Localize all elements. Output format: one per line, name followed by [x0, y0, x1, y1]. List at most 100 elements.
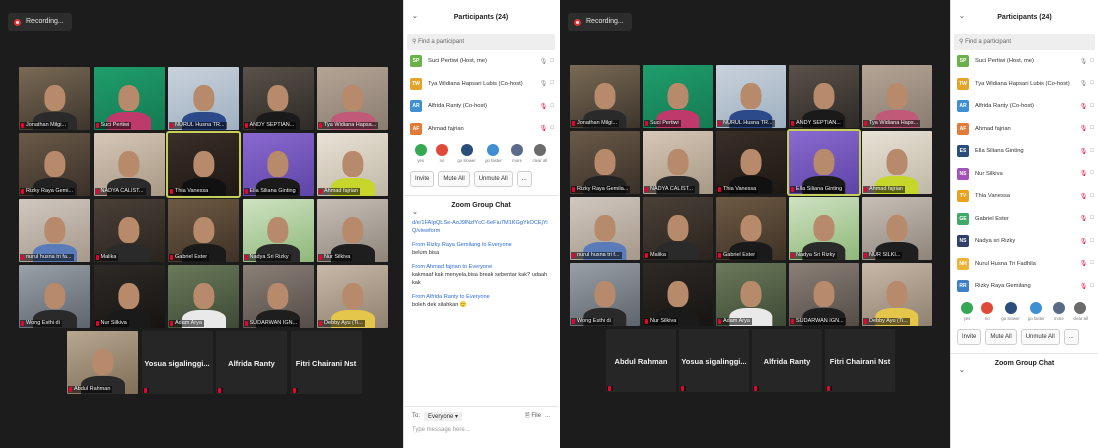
recipient-select[interactable]: Everyone ▾	[424, 411, 463, 421]
participant-video-tile[interactable]: Nadya Sri Rizky	[789, 197, 859, 260]
participant-video-tile[interactable]: NURUL Husna TR...	[168, 67, 239, 130]
participant-row[interactable]: AR Alfrida Ranty (Co-host) 🎙 □	[951, 95, 1098, 118]
reaction-no[interactable]: no	[436, 144, 449, 163]
participant-video-tile[interactable]: Nur Silkiva	[93, 265, 165, 328]
mute-all-button[interactable]: Mute All	[985, 328, 1017, 345]
camera-icon[interactable]: □	[1090, 215, 1094, 222]
participant-video-tile[interactable]: NADYA CALIST...	[93, 133, 165, 196]
participant-video-tile[interactable]: Rizky Raya Gemi...	[19, 133, 90, 196]
participant-search-input[interactable]: ⚲ Find a participant	[407, 34, 555, 50]
participant-name-tile[interactable]: Alfrida Ranty	[752, 329, 822, 392]
camera-icon[interactable]: □	[1090, 148, 1094, 155]
participant-row[interactable]: NS Nadya sri Rizky 🎙 □	[951, 230, 1098, 253]
invite-button[interactable]: Invite	[410, 171, 435, 187]
participant-video-tile[interactable]: NURUL Husna TR...	[716, 65, 786, 128]
participant-video-tile[interactable]: ANDY SEPTIAN...	[789, 65, 859, 128]
participant-video-tile[interactable]: Thia Vanessa	[166, 131, 241, 198]
participant-video-tile[interactable]: Nadya Sri Rizky	[242, 199, 314, 262]
chat-link[interactable]: d/e/1FAIpQLSe-AoJ9lNzfYcC-6eFiu7M1KGgYkO…	[412, 219, 550, 235]
participant-video-tile[interactable]: Malika	[93, 199, 165, 262]
participant-video-tile[interactable]: Jonathan Milgi...	[19, 67, 90, 130]
microphone-icon[interactable]: 🎙	[1080, 260, 1088, 267]
participant-video-tile[interactable]: SUDARWAN IGN...	[789, 263, 859, 326]
microphone-icon[interactable]: 🎙	[1080, 58, 1088, 65]
camera-icon[interactable]: □	[1090, 103, 1094, 110]
chevron-down-icon[interactable]: ⌄	[412, 12, 418, 20]
participant-video-tile[interactable]: Wong Esthi di	[570, 263, 640, 326]
participant-video-tile[interactable]: Gabriel Ester	[168, 199, 239, 262]
microphone-icon[interactable]: 🎙	[1080, 193, 1088, 200]
unmute-all-button[interactable]: Unmute All	[473, 171, 513, 187]
participant-row[interactable]: TW Tya Widiana Hapsari Lubis (Co-host) 🎙 □	[951, 73, 1098, 96]
camera-icon[interactable]: □	[550, 58, 554, 65]
participant-row[interactable]: NH Nurul Husna Tri Fadhila 🎙 □	[951, 253, 1098, 276]
participant-video-tile[interactable]: Suci Pertiwi	[93, 67, 165, 130]
participant-video-tile[interactable]: Ella Siliana Ginting	[787, 129, 861, 196]
participant-video-tile[interactable]: Thia Vanessa	[716, 131, 786, 194]
reaction-go-slower[interactable]: go slower	[1001, 301, 1020, 321]
reaction-yes[interactable]: yes	[414, 144, 427, 163]
microphone-icon[interactable]: 🎙	[540, 103, 548, 110]
camera-icon[interactable]: □	[1090, 283, 1094, 290]
reaction-clear-all[interactable]: clear all	[533, 144, 547, 163]
reaction-yes[interactable]: yes	[961, 301, 974, 321]
microphone-icon[interactable]: 🎙	[540, 125, 548, 132]
participant-video-tile[interactable]: Tya Widiana Haps...	[862, 65, 932, 128]
participant-row[interactable]: TV Thia Vanessa 🎙 □	[951, 185, 1098, 208]
reaction-no[interactable]: no	[981, 301, 994, 321]
file-button[interactable]: 🗎 File	[525, 411, 541, 421]
reaction-more[interactable]: more	[511, 144, 524, 163]
recording-indicator[interactable]: Recording...	[8, 13, 72, 31]
microphone-icon[interactable]: 🎙	[1080, 80, 1088, 87]
camera-icon[interactable]: □	[1090, 238, 1094, 245]
participant-name-tile[interactable]: Alfrida Ranty	[216, 331, 287, 394]
chevron-down-icon[interactable]: ⌄	[412, 208, 418, 216]
camera-icon[interactable]: □	[1090, 58, 1094, 65]
participant-video-tile[interactable]: NADYA CALIST...	[643, 131, 713, 194]
participant-video-tile[interactable]: nurul husna tri fa...	[19, 199, 90, 262]
participant-video-tile[interactable]: Nur Silkiva	[643, 263, 713, 326]
invite-button[interactable]: Invite	[957, 328, 982, 345]
participant-video-tile[interactable]: Ella Siliana Ginting	[242, 133, 314, 196]
participant-video-tile[interactable]: Adam Arya	[168, 265, 239, 328]
participant-video-tile[interactable]: Jonathan Milgi...	[570, 65, 640, 128]
microphone-icon[interactable]: 🎙	[540, 80, 548, 87]
reaction-clear-all[interactable]: clear all	[1073, 301, 1088, 321]
participant-search-input[interactable]: ⚲ Find a participant	[954, 34, 1095, 50]
participant-row[interactable]: AR Alfrida Ranty (Co-host) 🎙 □	[404, 95, 558, 118]
participant-name-tile[interactable]: Abdul Rahman	[606, 329, 676, 392]
camera-icon[interactable]: □	[1090, 80, 1094, 87]
camera-icon[interactable]: □	[550, 125, 554, 132]
microphone-icon[interactable]: 🎙	[1080, 125, 1088, 132]
microphone-icon[interactable]: 🎙	[540, 58, 548, 65]
more-button[interactable]: ...	[516, 171, 532, 187]
participant-video-tile[interactable]: ANDY SEPTIAN...	[242, 67, 314, 130]
participant-video-tile[interactable]: Malika	[643, 197, 713, 260]
participant-video-tile[interactable]: Ahmad fajrian	[317, 133, 388, 196]
reaction-go-faster[interactable]: go faster	[1028, 301, 1045, 321]
participant-row[interactable]: ES Ella Siliana Ginting 🎙 □	[951, 140, 1098, 163]
participant-name-tile[interactable]: Yosua sigalinggi...	[141, 331, 213, 394]
participant-video-tile[interactable]: Gabriel Ester	[716, 197, 786, 260]
microphone-icon[interactable]: 🎙	[1080, 238, 1088, 245]
chat-message-input[interactable]: Type message here...	[412, 427, 550, 433]
participant-video-tile[interactable]: Rizky Raya Gemila...	[570, 131, 640, 194]
microphone-icon[interactable]: 🎙	[1080, 215, 1088, 222]
microphone-icon[interactable]: 🎙	[1080, 148, 1088, 155]
reaction-more[interactable]: more	[1052, 301, 1065, 321]
participant-name-tile[interactable]: Yosua sigalinggi...	[679, 329, 749, 392]
participant-video-tile[interactable]: Abdul Rahman	[67, 331, 138, 394]
camera-icon[interactable]: □	[1090, 170, 1094, 177]
participant-video-tile[interactable]: Suci Pertiwi	[643, 65, 713, 128]
participant-row[interactable]: SP Suci Pertiwi (Host, me) 🎙 □	[951, 50, 1098, 73]
microphone-icon[interactable]: 🎙	[1080, 103, 1088, 110]
camera-icon[interactable]: □	[550, 103, 554, 110]
participant-video-tile[interactable]: nurul husna tri f...	[570, 197, 640, 260]
camera-icon[interactable]: □	[550, 80, 554, 87]
chevron-down-icon[interactable]: ⌄	[959, 366, 965, 374]
participant-video-tile[interactable]: Tya Widiana Hapsa...	[317, 67, 388, 130]
participant-video-tile[interactable]: SUDARWAN IGN...	[242, 265, 314, 328]
microphone-icon[interactable]: 🎙	[1080, 170, 1088, 177]
camera-icon[interactable]: □	[1090, 260, 1094, 267]
camera-icon[interactable]: □	[1090, 193, 1094, 200]
